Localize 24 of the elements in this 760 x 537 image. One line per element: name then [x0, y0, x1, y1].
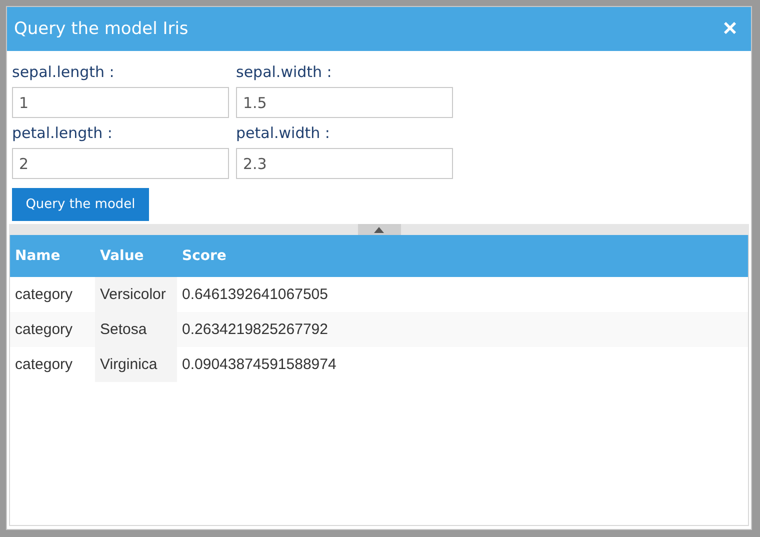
field-label: petal.width :: [236, 124, 331, 142]
table-cell: 0.09043874591588974: [177, 347, 748, 382]
collapse-handle[interactable]: [358, 224, 400, 235]
input-field[interactable]: 2.3: [236, 148, 453, 179]
triangle-up-icon: [374, 226, 384, 232]
table-cell: Versicolor: [95, 277, 177, 312]
window-title: Query the model Iris: [14, 19, 188, 39]
column-header: Value: [95, 235, 177, 277]
field-label: sepal.length :: [12, 63, 116, 81]
input-field[interactable]: 1: [12, 87, 229, 118]
query-button[interactable]: Query the model: [12, 188, 149, 221]
table-cell: category: [10, 277, 95, 312]
field-label: sepal.width :: [236, 63, 333, 81]
table-cell: category: [10, 347, 95, 382]
column-header: Score: [177, 235, 748, 277]
table-cell: category: [10, 312, 95, 347]
table-cell: Virginica: [95, 347, 177, 382]
table-cell: 0.2634219825267792: [177, 312, 748, 347]
field-label: petal.length :: [12, 124, 114, 142]
input-field[interactable]: 1.5: [236, 87, 453, 118]
table-cell: Setosa: [95, 312, 177, 347]
table-cell: 0.6461392641067505: [177, 277, 748, 312]
column-header: Name: [10, 235, 95, 277]
input-field[interactable]: 2: [12, 148, 229, 179]
